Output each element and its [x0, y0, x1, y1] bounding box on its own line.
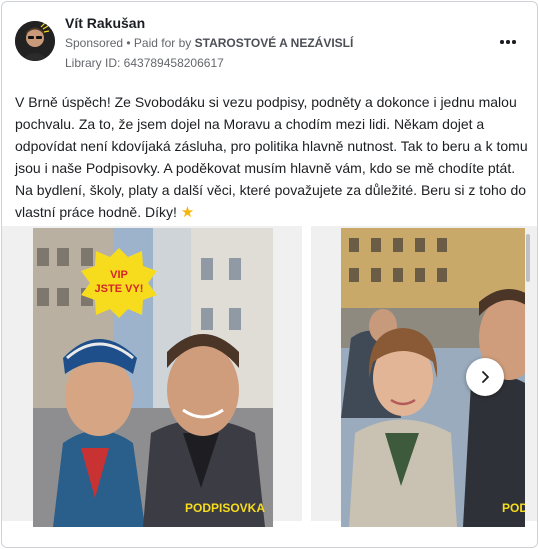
paid-for-by[interactable]: STAROSTOVÉ A NEZÁVISLÍ: [195, 36, 354, 50]
sponsored-line: Sponsored • Paid for by STAROSTOVÉ A NEZ…: [65, 36, 353, 50]
post-body: V Brně úspěch! Ze Svobodáku si vezu podp…: [15, 94, 528, 220]
slide1-caption: PODPISOVKA: [185, 501, 265, 515]
ad-card: Vít Rakušan Sponsored • Paid for by STAR…: [1, 1, 538, 548]
scrollbar-thumb[interactable]: [526, 234, 530, 282]
paid-for-prefix: • Paid for by: [126, 36, 192, 50]
post-text: V Brně úspěch! Ze Svobodáku si vezu podp…: [15, 91, 530, 224]
chevron-right-icon[interactable]: [466, 358, 504, 396]
author-name[interactable]: Vít Rakušan: [65, 15, 145, 31]
sticker-line-1: VIP: [110, 269, 128, 281]
selfie-photo-1[interactable]: VIP JSTE VY! PODPISOVKA: [33, 228, 273, 527]
more-options-icon[interactable]: [496, 30, 520, 54]
library-id: Library ID: 643789458206617: [65, 56, 224, 70]
star-emoji-icon: ★: [180, 204, 195, 221]
sticker-line-2: JSTE VY!: [95, 283, 144, 295]
sponsored-label: Sponsored: [65, 36, 124, 50]
slide2-caption: POD: [502, 501, 525, 515]
image-carousel: VIP JSTE VY! PODPISOVKA PO: [2, 226, 537, 527]
author-avatar[interactable]: [15, 21, 55, 61]
